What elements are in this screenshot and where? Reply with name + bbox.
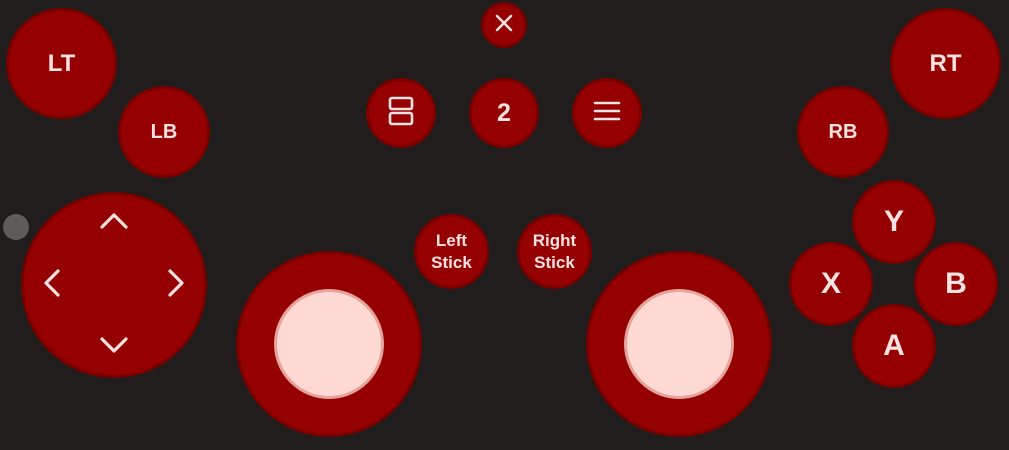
dpad-down-button[interactable] — [99, 332, 129, 362]
right-stick-label: Right Stick — [533, 230, 576, 274]
view-toggle-icon — [388, 96, 414, 131]
left-stick-label-line2: Stick — [431, 252, 472, 272]
drag-handle[interactable] — [3, 214, 29, 240]
dpad[interactable] — [21, 192, 207, 378]
lb-button[interactable]: LB — [118, 86, 210, 178]
right-analog-stick-base — [586, 251, 772, 437]
lb-label: LB — [150, 120, 178, 143]
left-stick-label: Left Stick — [431, 230, 472, 274]
menu-button[interactable] — [572, 78, 642, 148]
left-stick-button[interactable]: Left Stick — [414, 214, 489, 289]
chevron-left-icon — [43, 268, 61, 303]
page-number-button[interactable]: 2 — [469, 78, 539, 148]
chevron-down-icon — [99, 336, 129, 359]
chevron-right-icon — [167, 268, 185, 303]
chevron-up-icon — [99, 212, 129, 235]
dpad-up-button[interactable] — [99, 208, 129, 238]
gamepad-overlay: LT LB RT RB 2 Left Stick Right Stick Y X… — [0, 0, 1009, 450]
rt-label: RT — [929, 49, 962, 77]
dpad-left-button[interactable] — [37, 268, 67, 303]
y-label: Y — [883, 205, 904, 238]
right-stick-label-line1: Right — [532, 230, 577, 250]
lt-button[interactable]: LT — [6, 8, 117, 119]
a-button[interactable]: A — [852, 304, 936, 388]
b-button[interactable]: B — [914, 242, 998, 326]
close-icon — [495, 14, 513, 37]
x-button[interactable]: X — [789, 242, 873, 326]
left-stick-label-line1: Left — [435, 230, 468, 250]
close-button[interactable] — [481, 2, 527, 48]
right-stick-label-line2: Stick — [534, 252, 575, 272]
lt-label: LT — [47, 49, 76, 77]
left-analog-stick-knob[interactable] — [274, 289, 384, 399]
menu-icon — [593, 100, 621, 127]
y-button[interactable]: Y — [852, 180, 936, 264]
view-toggle-button[interactable] — [366, 78, 436, 148]
left-analog-stick-base — [236, 251, 422, 437]
b-label: B — [945, 267, 967, 300]
dpad-right-button[interactable] — [161, 268, 191, 303]
x-label: X — [820, 267, 841, 300]
rb-button[interactable]: RB — [797, 86, 889, 178]
right-stick-button[interactable]: Right Stick — [517, 214, 592, 289]
page-number-label: 2 — [497, 98, 511, 127]
rt-button[interactable]: RT — [890, 8, 1001, 119]
right-analog-stick-knob[interactable] — [624, 289, 734, 399]
rb-label: RB — [828, 120, 858, 143]
a-label: A — [883, 329, 905, 362]
